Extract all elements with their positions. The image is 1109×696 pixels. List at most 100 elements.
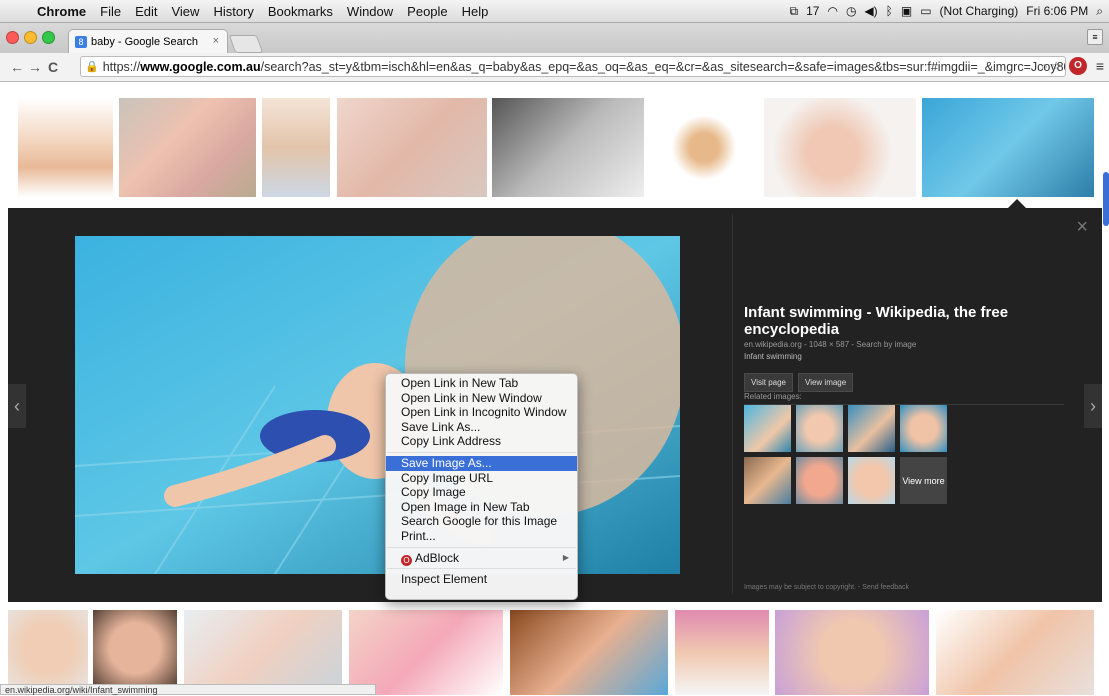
result-thumb[interactable] [764, 98, 916, 197]
preview-caption: Infant swimming [744, 352, 802, 361]
adobe-count: 17 [806, 4, 820, 18]
related-thumb[interactable] [744, 405, 791, 452]
close-window-button[interactable] [6, 31, 19, 44]
menu-edit[interactable]: Edit [128, 4, 164, 19]
lock-icon[interactable]: 🔒 [85, 60, 99, 73]
menu-separator [387, 451, 576, 453]
result-thumb[interactable] [119, 98, 256, 197]
address-bar[interactable]: 🔒 https://www.google.com.au/search?as_st… [80, 56, 1066, 77]
related-thumb[interactable] [848, 405, 895, 452]
infant-swimming-image [75, 236, 680, 574]
adobe-icon[interactable]: ⧉ [790, 4, 799, 19]
wifi-icon[interactable]: ◠ [827, 4, 837, 18]
result-thumb[interactable] [349, 610, 503, 695]
ctx-copy-image[interactable]: Copy Image [386, 485, 577, 500]
tab-close-icon[interactable]: × [213, 35, 219, 47]
url-path: /search?as_st=y&tbm=isch&hl=en&as_q=baby… [260, 59, 1066, 74]
previous-image-button[interactable]: ‹ [8, 384, 26, 428]
related-thumb[interactable] [796, 405, 843, 452]
ctx-adblock[interactable]: O AdBlock [386, 551, 577, 566]
result-thumb[interactable] [337, 98, 487, 197]
menu-view[interactable]: View [164, 4, 206, 19]
time-machine-icon[interactable]: ◷ [846, 4, 856, 18]
menu-bookmarks[interactable]: Bookmarks [261, 4, 340, 19]
menu-window[interactable]: Window [340, 4, 400, 19]
result-thumb[interactable] [93, 610, 177, 695]
result-thumb-selected[interactable] [922, 98, 1094, 197]
menu-help[interactable]: Help [455, 4, 496, 19]
adblock-icon: O [401, 554, 412, 566]
image-results-row-bottom [0, 602, 1109, 695]
zoom-and-star-icons[interactable]: ⌕ ☆ [1041, 59, 1061, 74]
reload-icon[interactable]: C [44, 59, 62, 75]
chrome-menu-icon[interactable]: ≡ [1096, 58, 1104, 74]
adblock-extension-icon[interactable]: O [1069, 57, 1087, 75]
image-info: Infant swimming - Wikipedia, the free en… [744, 304, 1084, 405]
ctx-open-link-incognito[interactable]: Open Link in Incognito Window [386, 405, 577, 420]
ctx-inspect-element[interactable]: Inspect Element [386, 572, 577, 587]
input-menu-icon[interactable]: ▣ [901, 4, 912, 18]
result-thumb[interactable] [675, 610, 769, 695]
menu-people[interactable]: People [400, 4, 454, 19]
result-thumb[interactable] [8, 610, 88, 695]
result-thumb[interactable] [936, 610, 1094, 695]
visit-page-button[interactable]: Visit page [744, 373, 793, 392]
spotlight-icon[interactable]: ⌕ [1096, 4, 1103, 19]
related-thumb[interactable] [796, 457, 843, 504]
preview-main-image[interactable] [75, 236, 680, 574]
volume-icon[interactable]: ◀) [864, 4, 877, 18]
close-preview-icon[interactable]: × [1076, 216, 1088, 239]
context-menu: Open Link in New Tab Open Link in New Wi… [385, 373, 578, 600]
result-thumb[interactable] [262, 98, 330, 197]
ctx-save-image-as[interactable]: Save Image As... [386, 455, 577, 471]
ctx-copy-link-address[interactable]: Copy Link Address [386, 434, 577, 449]
back-icon[interactable]: ← [8, 59, 26, 75]
url-prefix: https:// [102, 59, 141, 74]
menu-app-chrome[interactable]: Chrome [30, 4, 93, 19]
preview-title[interactable]: Infant swimming - Wikipedia, the free en… [744, 304, 1084, 338]
profile-icon[interactable]: ≡ [1087, 29, 1103, 45]
panel-divider [732, 214, 733, 594]
related-thumb[interactable] [848, 457, 895, 504]
bluetooth-icon[interactable]: ᛒ [886, 4, 893, 18]
ctx-copy-image-url[interactable]: Copy Image URL [386, 471, 577, 486]
new-tab-button[interactable] [228, 35, 264, 53]
forward-icon[interactable]: → [26, 59, 44, 75]
battery-icon[interactable]: ▭ [920, 4, 931, 18]
clock[interactable]: Fri 6:06 PM [1026, 4, 1088, 18]
view-more-button[interactable]: View more [900, 457, 947, 504]
preview-caret [1008, 199, 1026, 208]
result-thumb[interactable] [652, 98, 756, 197]
scrollbar-thumb[interactable] [1103, 172, 1109, 226]
related-thumb[interactable] [900, 405, 947, 452]
menu-history[interactable]: History [206, 4, 260, 19]
link-status-bubble: en.wikipedia.org/wiki/Infant_swimming [0, 684, 376, 695]
preview-meta: en.wikipedia.org - 1048 × 587 - Search b… [744, 340, 917, 349]
related-thumb[interactable] [744, 457, 791, 504]
ctx-open-link-new-window[interactable]: Open Link in New Window [386, 391, 577, 406]
minimize-window-button[interactable] [24, 31, 37, 44]
result-thumb[interactable] [492, 98, 644, 197]
tab-strip: 8 baby - Google Search × ≡ [0, 23, 1109, 53]
result-thumb[interactable] [18, 98, 113, 197]
preview-buttons: Visit page View image [744, 373, 1084, 392]
result-thumb[interactable] [775, 610, 929, 695]
macos-menu-bar: Chrome File Edit View History Bookmarks … [0, 0, 1109, 23]
ctx-open-link-new-tab[interactable]: Open Link in New Tab [386, 376, 577, 391]
tab-google-search[interactable]: 8 baby - Google Search × [68, 29, 228, 53]
next-image-button[interactable]: › [1084, 384, 1102, 428]
view-image-button[interactable]: View image [798, 373, 854, 392]
result-thumb[interactable] [510, 610, 668, 695]
ctx-adblock-label: AdBlock [415, 550, 460, 565]
menu-file[interactable]: File [93, 4, 128, 19]
url-domain: www.google.com.au [140, 59, 261, 74]
ctx-print[interactable]: Print... [386, 529, 577, 544]
tab-title: baby - Google Search [91, 35, 199, 48]
copyright-footer[interactable]: Images may be subject to copyright. - Se… [744, 584, 909, 591]
ctx-save-link-as[interactable]: Save Link As... [386, 420, 577, 435]
ctx-open-image-new-tab[interactable]: Open Image in New Tab [386, 500, 577, 515]
battery-status: (Not Charging) [939, 4, 1019, 18]
ctx-search-google-image[interactable]: Search Google for this Image [386, 514, 577, 529]
result-thumb[interactable] [184, 610, 342, 695]
zoom-window-button[interactable] [42, 31, 55, 44]
